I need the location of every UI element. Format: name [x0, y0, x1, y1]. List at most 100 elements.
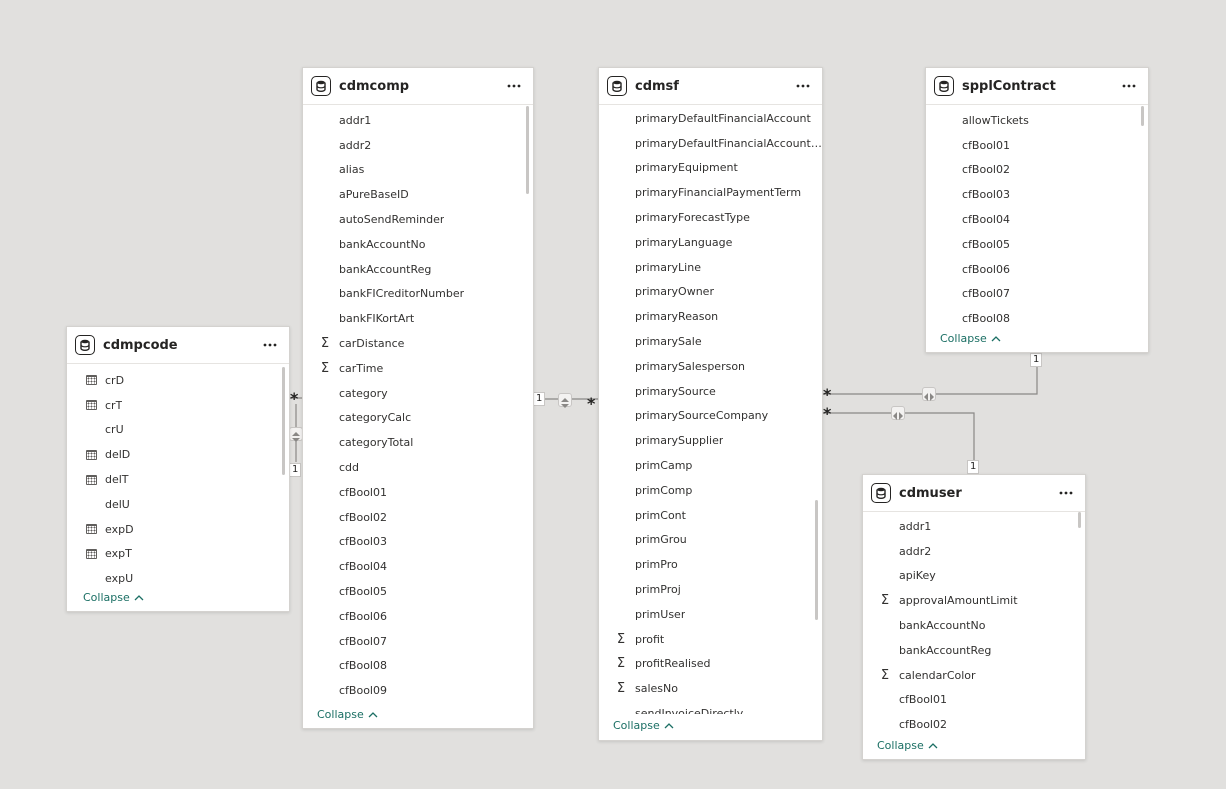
- field-row[interactable]: expU: [67, 566, 289, 591]
- field-row[interactable]: primaryEquipment: [599, 156, 822, 181]
- field-row[interactable]: ΣcarDistance: [303, 331, 533, 356]
- table-card-cdmcomp[interactable]: cdmcomp addr1 addr2 alias aPureBaseID autoSen…: [302, 67, 534, 729]
- field-row[interactable]: cfBool09: [303, 678, 533, 703]
- field-row[interactable]: primComp: [599, 478, 822, 503]
- collapse-button[interactable]: Collapse: [317, 708, 378, 721]
- field-row[interactable]: cfBool02: [863, 712, 1085, 737]
- field-list[interactable]: addr1 addr2 apiKey ΣapprovalAmountLimit bank…: [863, 514, 1085, 738]
- field-row[interactable]: primarySalesperson: [599, 354, 822, 379]
- field-row[interactable]: apiKey: [863, 564, 1085, 589]
- more-options-icon[interactable]: [259, 335, 281, 355]
- field-row[interactable]: bankAccountNo: [303, 232, 533, 257]
- collapse-button[interactable]: Collapse: [613, 719, 674, 732]
- field-row[interactable]: primaryFinancialPaymentTerm: [599, 180, 822, 205]
- collapse-button[interactable]: Collapse: [940, 332, 1001, 345]
- field-row[interactable]: primaryLine: [599, 255, 822, 280]
- field-row[interactable]: primaryDefaultFinancialAccount: [599, 106, 822, 131]
- table-header[interactable]: cdmcomp: [303, 68, 533, 105]
- field-row[interactable]: ΣsalesNo: [599, 676, 822, 701]
- scrollbar[interactable]: [282, 367, 285, 475]
- field-row[interactable]: primaryLanguage: [599, 230, 822, 255]
- field-row[interactable]: aPureBaseID: [303, 182, 533, 207]
- collapse-button[interactable]: Collapse: [877, 739, 938, 752]
- more-options-icon[interactable]: [792, 76, 814, 96]
- field-row[interactable]: cfBool07: [926, 282, 1148, 307]
- field-row[interactable]: bankFICreditorNumber: [303, 282, 533, 307]
- field-row[interactable]: cfBool03: [926, 182, 1148, 207]
- field-row[interactable]: primProj: [599, 577, 822, 602]
- field-row[interactable]: cfBool04: [926, 207, 1148, 232]
- field-row[interactable]: expD: [67, 517, 289, 542]
- field-row[interactable]: cfBool07: [303, 629, 533, 654]
- more-options-icon[interactable]: [503, 76, 525, 96]
- field-row[interactable]: cfBool02: [926, 158, 1148, 183]
- field-row[interactable]: cfBool01: [863, 688, 1085, 713]
- field-row[interactable]: primaryForecastType: [599, 205, 822, 230]
- cross-filter-direction-icon[interactable]: [891, 406, 905, 420]
- field-row[interactable]: categoryTotal: [303, 430, 533, 455]
- field-row[interactable]: primPro: [599, 552, 822, 577]
- field-row[interactable]: addr2: [303, 133, 533, 158]
- field-row[interactable]: ΣcalendarColor: [863, 663, 1085, 688]
- field-row[interactable]: crU: [67, 418, 289, 443]
- field-row[interactable]: cfBool05: [303, 579, 533, 604]
- table-header[interactable]: cdmpcode: [67, 327, 289, 364]
- field-row[interactable]: autoSendReminder: [303, 207, 533, 232]
- field-row[interactable]: cdd: [303, 455, 533, 480]
- scrollbar[interactable]: [1141, 106, 1144, 126]
- table-card-cdmpcode[interactable]: cdmpcode crD crT crU delD delT delU expD expT exp…: [66, 326, 290, 612]
- scrollbar[interactable]: [526, 106, 529, 194]
- field-row[interactable]: bankFIKortArt: [303, 306, 533, 331]
- field-row[interactable]: primaryOwner: [599, 280, 822, 305]
- field-row[interactable]: crT: [67, 393, 289, 418]
- more-options-icon[interactable]: [1055, 483, 1077, 503]
- table-header[interactable]: spplContract: [926, 68, 1148, 105]
- field-row[interactable]: cfBool05: [926, 232, 1148, 257]
- field-row[interactable]: cfBool08: [926, 306, 1148, 331]
- field-list[interactable]: allowTickets cfBool01 cfBool02 cfBool03 cfBo…: [926, 108, 1148, 332]
- field-row[interactable]: delT: [67, 467, 289, 492]
- field-row[interactable]: cfBool02: [303, 505, 533, 530]
- field-row[interactable]: cfBool03: [303, 530, 533, 555]
- field-row[interactable]: allowTickets: [926, 108, 1148, 133]
- field-list[interactable]: addr1 addr2 alias aPureBaseID autoSendRemind…: [303, 108, 533, 706]
- field-row[interactable]: ΣprofitRealised: [599, 652, 822, 677]
- field-row[interactable]: primaryReason: [599, 304, 822, 329]
- field-row[interactable]: addr1: [863, 514, 1085, 539]
- field-row[interactable]: crD: [67, 368, 289, 393]
- field-row[interactable]: ΣapprovalAmountLimit: [863, 588, 1085, 613]
- field-row[interactable]: primCamp: [599, 453, 822, 478]
- field-row[interactable]: addr2: [863, 539, 1085, 564]
- scrollbar[interactable]: [815, 500, 818, 620]
- field-row[interactable]: bankAccountNo: [863, 613, 1085, 638]
- field-row[interactable]: categoryCalc: [303, 406, 533, 431]
- cross-filter-direction-icon[interactable]: [289, 427, 303, 442]
- field-row[interactable]: primGrou: [599, 528, 822, 553]
- collapse-button[interactable]: Collapse: [83, 591, 144, 604]
- field-row[interactable]: expT: [67, 542, 289, 567]
- table-card-spplcontract[interactable]: spplContract allowTickets cfBool01 cfBool02…: [925, 67, 1149, 353]
- field-row[interactable]: primaryDefaultFinancialAccountS…: [599, 131, 822, 156]
- table-card-cdmuser[interactable]: cdmuser addr1 addr2 apiKey ΣapprovalAmountLi…: [862, 474, 1086, 760]
- field-row[interactable]: category: [303, 381, 533, 406]
- field-row[interactable]: primCont: [599, 503, 822, 528]
- field-row[interactable]: delD: [67, 442, 289, 467]
- field-row[interactable]: primarySourceCompany: [599, 404, 822, 429]
- scrollbar[interactable]: [1078, 512, 1081, 528]
- field-row[interactable]: alias: [303, 158, 533, 183]
- field-row[interactable]: primarySupplier: [599, 428, 822, 453]
- field-row[interactable]: addr1: [303, 108, 533, 133]
- field-row[interactable]: cfBool04: [303, 554, 533, 579]
- table-card-cdmsf[interactable]: cdmsf primaryDefaultFinancialAccount prima…: [598, 67, 823, 741]
- table-header[interactable]: cdmsf: [599, 68, 822, 105]
- field-row[interactable]: cfBool08: [303, 654, 533, 679]
- field-list[interactable]: primaryDefaultFinancialAccount primaryDef…: [599, 106, 822, 714]
- field-row[interactable]: cfBool01: [926, 133, 1148, 158]
- field-row[interactable]: cfBool06: [303, 604, 533, 629]
- table-header[interactable]: cdmuser: [863, 475, 1085, 512]
- field-list[interactable]: crD crT crU delD delT delU expD expT expU: [67, 368, 289, 611]
- field-row[interactable]: ΣcarTime: [303, 356, 533, 381]
- field-row[interactable]: bankAccountReg: [303, 257, 533, 282]
- cross-filter-direction-icon[interactable]: [558, 393, 572, 408]
- field-row[interactable]: delU: [67, 492, 289, 517]
